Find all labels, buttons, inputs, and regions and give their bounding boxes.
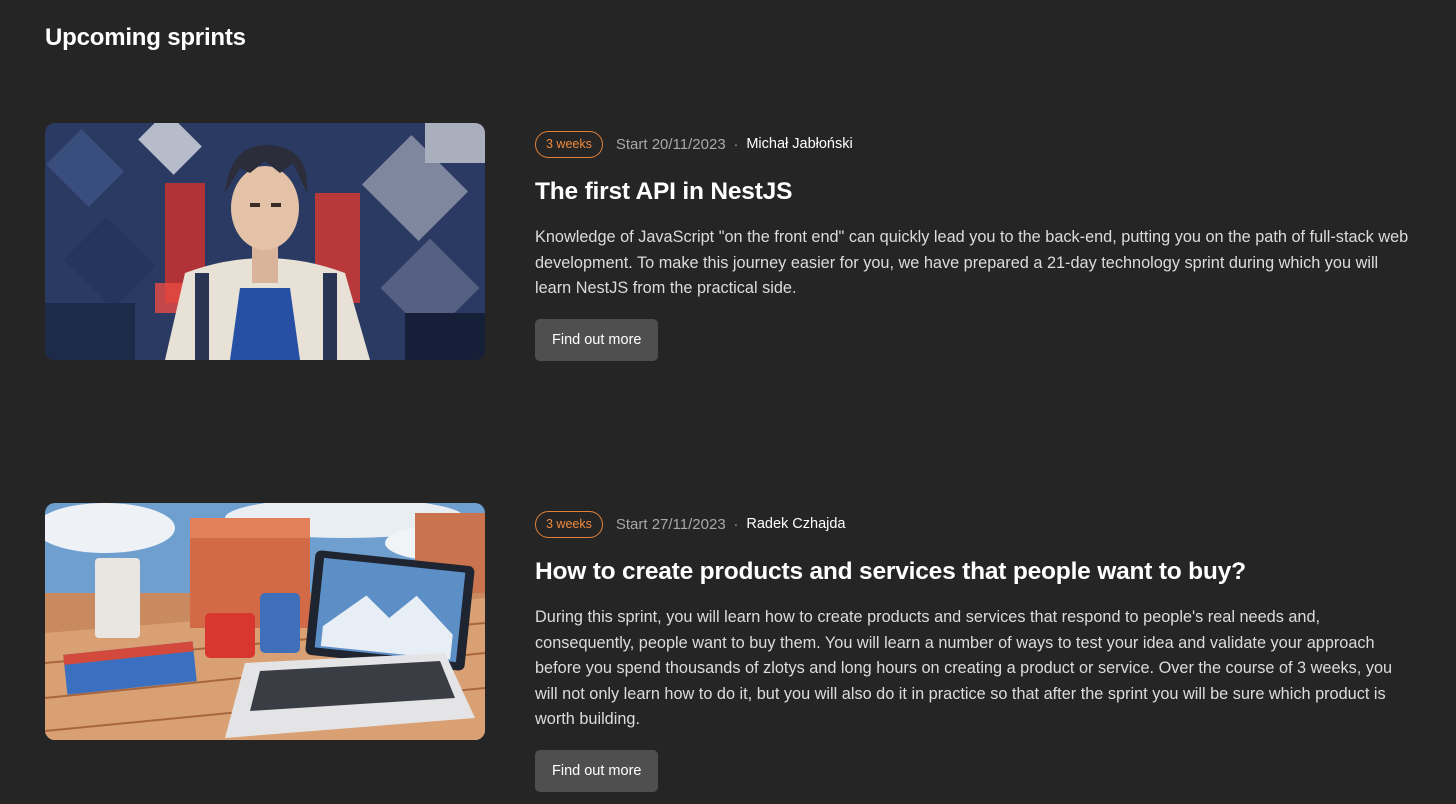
sprint-content: 3 weeks Start 20/11/2023 · Michał Jabłoń… [535, 123, 1425, 361]
sprint-title: How to create products and services that… [535, 558, 1246, 585]
upcoming-sprints-page: Upcoming sprints 3 weeks Start 20/11/202… [0, 0, 1456, 804]
find-out-more-button[interactable]: Find out more [535, 749, 659, 792]
sprint-meta: 3 weeks Start 27/11/2023 · Radek Czhajda [535, 510, 1425, 538]
author-name: Radek Czhajda [746, 516, 846, 532]
sprint-content: 3 weeks Start 27/11/2023 · Radek Czhajda… [535, 503, 1425, 792]
sprint-description: Knowledge of JavaScript "on the front en… [535, 228, 1409, 297]
sprint-description: During this sprint, you will learn how t… [535, 608, 1393, 728]
start-date: Start 27/11/2023 [615, 515, 726, 533]
sprint-meta: 3 weeks Start 20/11/2023 · Michał Jabłoń… [535, 130, 1425, 158]
sprint-thumbnail-laptop-illustration[interactable] [45, 503, 485, 740]
author-name: Michał Jabłoński [746, 136, 853, 152]
sprint-title: The first API in NestJS [535, 178, 793, 205]
duration-badge: 3 weeks [535, 510, 603, 538]
start-date: Start 20/11/2023 [615, 135, 726, 153]
section-title: Upcoming sprints [45, 24, 246, 51]
meta-separator: · [733, 136, 739, 152]
meta-separator: · [733, 516, 739, 532]
sprint-thumbnail-developer-illustration[interactable] [45, 123, 485, 360]
duration-badge: 3 weeks [535, 130, 603, 158]
find-out-more-button[interactable]: Find out more [535, 318, 659, 361]
